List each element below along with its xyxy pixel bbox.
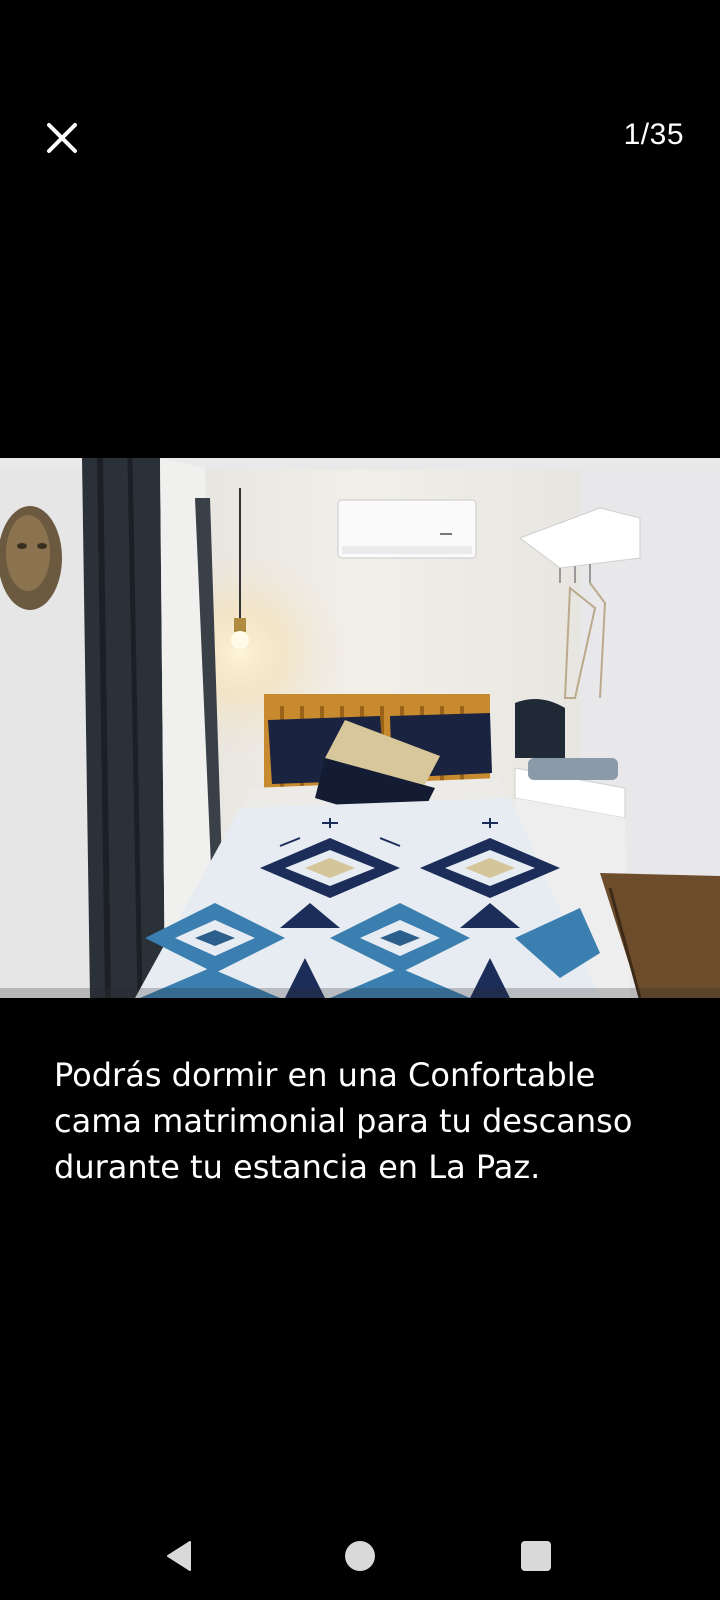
home-circle-icon (345, 1541, 375, 1571)
photo-caption: Podrás dormir en una Confortable cama ma… (54, 1056, 633, 1186)
close-icon (47, 123, 77, 153)
photo-counter: 1/35 (623, 118, 684, 151)
bedroom-photo[interactable] (0, 458, 720, 998)
home-button[interactable] (332, 1528, 388, 1584)
system-navigation-bar (0, 1512, 720, 1600)
bedroom-image (0, 458, 720, 998)
recents-square-icon (521, 1541, 551, 1571)
back-button[interactable] (152, 1528, 208, 1584)
back-triangle-icon (167, 1541, 191, 1571)
recents-button[interactable] (508, 1528, 564, 1584)
close-button[interactable] (36, 112, 88, 164)
